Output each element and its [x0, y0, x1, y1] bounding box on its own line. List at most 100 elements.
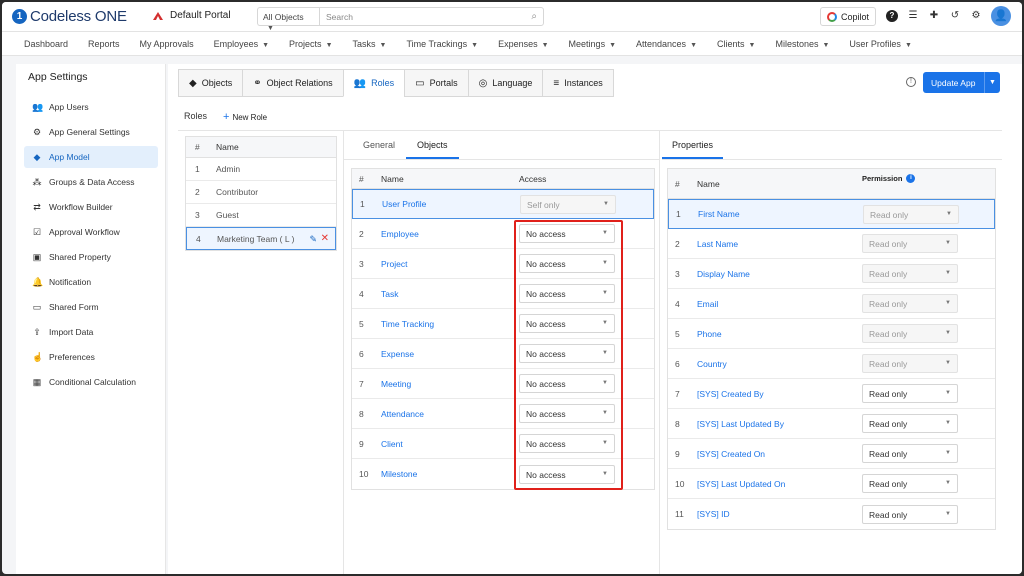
object-filter-select[interactable]: All Objects ▼ [257, 7, 319, 32]
table-row[interactable]: 4 Email Read only ▼ [668, 289, 995, 319]
table-row[interactable]: 1 First Name Read only ▼ [668, 199, 995, 229]
info-icon[interactable]: ! [906, 77, 916, 87]
sidebar-item-import-data[interactable]: ⇪ Import Data [24, 321, 158, 343]
chevron-down-icon: ▼ [945, 240, 951, 246]
table-row[interactable]: 7 [SYS] Created By Read only ▼ [668, 379, 995, 409]
database-icon[interactable]: ☰ [907, 10, 919, 22]
search-input[interactable]: Search ⌕ [319, 7, 544, 26]
history-icon[interactable]: ↺ [949, 10, 961, 22]
gear-icon[interactable]: ⚙ [970, 10, 982, 22]
objects-table-header: # Name Access [352, 169, 654, 189]
close-icon[interactable]: ✕ [321, 233, 329, 244]
permission-select[interactable]: Read only ▼ [862, 384, 958, 403]
tab-general[interactable]: General [352, 134, 406, 159]
sidebar-item-app-general-settings[interactable]: ⚙ App General Settings [24, 121, 158, 143]
sidebar-item-notification[interactable]: 🔔 Notification [24, 271, 158, 293]
nav-item-clients[interactable]: Clients ▼ [717, 39, 755, 49]
globe-icon: ◎ [478, 77, 488, 89]
permission-select[interactable]: Read only ▼ [862, 504, 958, 524]
table-row[interactable]: 10 [SYS] Last Updated On Read only ▼ [668, 469, 995, 499]
permission-select[interactable]: Read only ▼ [862, 294, 958, 313]
sidebar-item-approval-workflow[interactable]: ☑ Approval Workflow [24, 221, 158, 243]
nav-item-expenses[interactable]: Expenses ▼ [498, 39, 548, 49]
table-row[interactable]: 4 Marketing Team ( L ) ✎ ✕ [186, 227, 336, 250]
permission-select[interactable]: Read only ▼ [862, 414, 958, 433]
table-row[interactable]: 6 Country Read only ▼ [668, 349, 995, 379]
nav-item-my-approvals[interactable]: My Approvals [140, 39, 194, 49]
tab-roles[interactable]: 👥 Roles [342, 69, 405, 97]
tab-portals[interactable]: ▭ Portals [404, 69, 468, 97]
cube-icon: ◆ [33, 151, 41, 162]
new-role-button[interactable]: + New Role [223, 111, 267, 123]
sidebar-item-shared-form[interactable]: ▭ Shared Form [24, 296, 158, 318]
top-bar: 1 Codeless ONE Default Portal All Object… [2, 2, 1022, 32]
users-icon: 👥 [353, 77, 367, 89]
permission-select[interactable]: Read only ▼ [863, 204, 959, 224]
search-icon[interactable]: ⌕ [531, 11, 537, 22]
chevron-down-icon: ▼ [603, 200, 609, 207]
table-row[interactable]: 5 Phone Read only ▼ [668, 319, 995, 349]
permission-select[interactable]: Read only ▼ [862, 324, 958, 343]
tab-properties[interactable]: Properties [662, 134, 724, 159]
divider [659, 131, 660, 574]
table-row[interactable]: 8 [SYS] Last Updated By Read only ▼ [668, 409, 995, 439]
sidebar: App Settings 👥 App Users ⚙ App General Sett… [16, 64, 166, 574]
nav-item-attendances[interactable]: Attendances ▼ [636, 39, 697, 49]
pencil-icon[interactable]: ✎ [309, 234, 317, 245]
nav-item-time-trackings[interactable]: Time Trackings ▼ [406, 39, 478, 49]
highlight-annotation [514, 220, 623, 490]
sidebar-item-preferences[interactable]: ☝ Preferences [24, 346, 158, 368]
tab-object-relations[interactable]: ⚭ Object Relations [242, 69, 343, 97]
table-row[interactable]: 1 User Profile Self only ▼ [352, 189, 654, 219]
tab-instances[interactable]: ≡ Instances [542, 69, 614, 97]
properties-permission-table: # Name Permission i 1 First Name Read only ▼… [667, 168, 996, 530]
permission-select[interactable]: Read only ▼ [862, 264, 958, 283]
sidebar-item-conditional-calculation[interactable]: ▦ Conditional Calculation [24, 371, 158, 393]
chevron-down-icon: ▼ [748, 41, 756, 49]
permission-select[interactable]: Read only ▼ [862, 444, 958, 463]
chevron-down-icon: ▼ [945, 390, 951, 396]
nav-item-tasks[interactable]: Tasks ▼ [353, 39, 387, 49]
permission-select[interactable]: Read only ▼ [862, 354, 958, 373]
plus-icon: + [223, 111, 230, 123]
sidebar-item-app-users[interactable]: 👥 App Users [24, 96, 158, 118]
portal-switcher[interactable]: Default Portal [152, 10, 231, 21]
table-row[interactable]: 2 Last Name Read only ▼ [668, 229, 995, 259]
chevron-down-icon: ▼ [945, 270, 951, 276]
permission-select[interactable]: Read only ▼ [862, 474, 958, 493]
info-icon[interactable]: i [906, 174, 916, 183]
relations-icon: ⚭ [253, 77, 262, 89]
nav-item-meetings[interactable]: Meetings ▼ [569, 39, 616, 49]
nav-item-reports[interactable]: Reports [88, 39, 120, 49]
divider [343, 159, 659, 160]
table-row[interactable]: 11 [SYS] ID Read only ▼ [668, 499, 995, 529]
access-select[interactable]: Self only ▼ [520, 194, 616, 214]
sidebar-item-groups-data-access[interactable]: ⁂ Groups & Data Access [24, 171, 158, 193]
avatar[interactable]: 👤 [991, 6, 1011, 26]
properties-table-header: # Name Permission i [668, 169, 995, 199]
table-row[interactable]: 3 Display Name Read only ▼ [668, 259, 995, 289]
nav-item-milestones[interactable]: Milestones ▼ [775, 39, 829, 49]
tab-objects[interactable]: ◆ Objects [178, 69, 243, 97]
sidebar-item-shared-property[interactable]: ▣ Shared Property [24, 246, 158, 268]
help-icon[interactable]: ? [886, 10, 898, 22]
tab-objects[interactable]: Objects [406, 134, 459, 159]
nav-item-employees[interactable]: Employees ▼ [214, 39, 269, 49]
tab-language[interactable]: ◎ Language [467, 69, 543, 97]
chevron-down-icon[interactable]: ▼ [984, 72, 1000, 93]
add-user-icon[interactable]: ✚ [928, 10, 940, 22]
table-row[interactable]: 2 Contributor [186, 181, 336, 204]
update-app-button[interactable]: Update App ▼ [923, 72, 1000, 93]
nav-item-projects[interactable]: Projects ▼ [289, 39, 332, 49]
table-row[interactable]: 9 [SYS] Created On Read only ▼ [668, 439, 995, 469]
sidebar-item-workflow-builder[interactable]: ⇄ Workflow Builder [24, 196, 158, 218]
property-icon: ▣ [32, 251, 42, 262]
logo[interactable]: 1 Codeless ONE [12, 8, 127, 25]
permission-select[interactable]: Read only ▼ [862, 234, 958, 253]
nav-item-dashboard[interactable]: Dashboard [24, 39, 68, 49]
copilot-button[interactable]: Copilot [820, 7, 876, 26]
nav-item-user-profiles[interactable]: User Profiles ▼ [849, 39, 911, 49]
sidebar-item-app-model[interactable]: ◆ App Model [24, 146, 158, 168]
table-row[interactable]: 1 Admin [186, 158, 336, 181]
table-row[interactable]: 3 Guest [186, 204, 336, 227]
